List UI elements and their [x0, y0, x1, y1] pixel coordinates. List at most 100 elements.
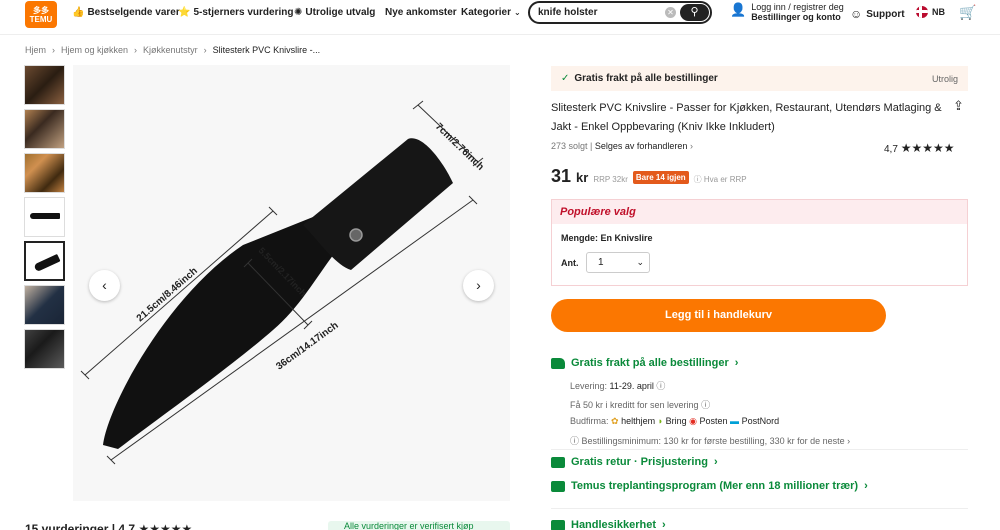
- language-selector[interactable]: NB: [916, 6, 945, 18]
- delivery-value: 11-29. april: [609, 381, 654, 391]
- info-icon: ⓘ: [570, 436, 580, 446]
- shield-icon: [551, 519, 565, 530]
- carrier-bring: Bring: [665, 416, 687, 426]
- delivery-line: Levering: 11-29. april ⓘ: [570, 379, 665, 392]
- next-image-button[interactable]: ›: [463, 270, 494, 301]
- shipping-row[interactable]: Gratis frakt på alle bestillinger ›: [551, 357, 738, 369]
- carriers-line: Budfirma: ✿ helthjem ◗ Bring ◉ Posten ▬ …: [570, 416, 779, 427]
- late-credit-line: Få 50 kr i kreditt for sen levering ⓘ: [570, 398, 710, 411]
- search-input[interactable]: [538, 7, 658, 18]
- clear-icon[interactable]: ✕: [665, 7, 676, 18]
- banner-tag: Utrolig: [931, 73, 958, 84]
- nav-bestsellers[interactable]: 👍 Bestselgende varer: [72, 7, 180, 18]
- logo-bottom-text: TEMU: [29, 14, 53, 24]
- rrp-price: RRP 32kr: [593, 175, 628, 184]
- chevron-down-icon: ⌄: [636, 257, 644, 267]
- knife-sheath-illustration: 7cm/2.76inch 21.5cm/8.46inch 5.5cm/2.17i…: [80, 100, 486, 465]
- thumbnail[interactable]: [24, 65, 65, 105]
- thumbnail[interactable]: [24, 285, 65, 325]
- quantity-label: Ant.: [561, 258, 579, 268]
- banner-text: Gratis frakt på alle bestillinger: [574, 73, 718, 84]
- security-row[interactable]: Handlesikkerhet ›: [551, 519, 666, 530]
- nav-new-arrivals[interactable]: Nye ankomster: [385, 7, 457, 18]
- thumbnail-list: [24, 65, 66, 373]
- thumbnail[interactable]: [24, 109, 65, 149]
- login-line1: Logg inn / registrer deg: [751, 2, 844, 12]
- share-icon[interactable]: ⇪: [953, 98, 964, 114]
- product-main-image: 7cm/2.76inch 21.5cm/8.46inch 5.5cm/2.17i…: [73, 65, 510, 501]
- tree-icon: [551, 480, 565, 492]
- breadcrumb-current: Slitesterk PVC Knivslire -...: [212, 45, 321, 55]
- quantity-select[interactable]: 1 ⌄: [586, 252, 650, 273]
- sheath-body: [103, 214, 343, 449]
- nav-label: 5-stjerners vurdering: [193, 7, 294, 18]
- tree-program-row[interactable]: Temus treplantingsprogram (Mer enn 18 mi…: [551, 480, 868, 492]
- rating-stars: ★★★★★: [900, 141, 955, 155]
- carrier-helthjem: helthjem: [621, 416, 656, 426]
- tree-program-text: Temus treplantingsprogram (Mer enn 18 mi…: [571, 480, 859, 492]
- truck-icon: [551, 357, 565, 369]
- rrp-info-link[interactable]: ⓘ Hva er RRP: [694, 174, 747, 185]
- minimum-line[interactable]: ⓘ Bestillingsminimum: 130 kr for første …: [570, 434, 850, 447]
- variant-label: Mengde: En Knivslire: [561, 233, 653, 243]
- nav-five-star[interactable]: ⭐ 5-stjerners vurdering: [178, 7, 294, 18]
- return-box-icon: [551, 456, 565, 468]
- support-link[interactable]: ☺ Support: [850, 7, 905, 21]
- prev-image-button[interactable]: ‹: [89, 270, 120, 301]
- rating-value: 4,7: [884, 144, 898, 155]
- chevron-right-icon: ›: [713, 456, 718, 468]
- search-button[interactable]: ⚲: [680, 4, 709, 21]
- breadcrumb-home[interactable]: Hjem: [25, 45, 46, 55]
- nav-label: Utrolige utvalg: [305, 7, 376, 18]
- product-rating[interactable]: 4,7 ★★★★★: [884, 141, 954, 155]
- thumbnail-selected[interactable]: [24, 241, 65, 281]
- reviews-stars: ★★★★★: [138, 522, 193, 530]
- login-line2: Bestillinger og konto: [751, 12, 841, 22]
- add-to-cart-button[interactable]: Legg til i handlekurv: [551, 299, 886, 332]
- carrier-postnord: PostNord: [741, 416, 780, 426]
- breadcrumb-kitchenware[interactable]: Kjøkkenutstyr: [143, 45, 198, 55]
- reviews-rating: 4,7: [118, 522, 136, 530]
- sparkle-icon: ✺: [294, 7, 303, 18]
- info-icon: ⓘ: [693, 175, 702, 184]
- thumbnail[interactable]: [24, 197, 65, 237]
- rrp-info-label: Hva er RRP: [703, 175, 747, 184]
- norway-flag-icon: [916, 6, 928, 18]
- search-bar: ✕ ⚲: [528, 1, 712, 24]
- stock-badge: Bare 14 igjen: [632, 171, 689, 184]
- cart-icon[interactable]: 🛒: [959, 4, 976, 21]
- chevron-right-icon: ›: [864, 480, 868, 492]
- chevron-right-icon: ›: [661, 519, 666, 530]
- nav-amazing-selection[interactable]: ✺ Utrolige utvalg: [294, 7, 375, 18]
- chevron-left-icon: ‹: [102, 277, 107, 293]
- info-icon: ⓘ: [701, 400, 711, 410]
- sold-count: 273 solgt: [551, 141, 588, 151]
- posten-logo-icon: ◉: [689, 416, 697, 426]
- returns-row[interactable]: Gratis retur · Prisjustering ›: [551, 456, 718, 468]
- chevron-down-icon: ⌄: [514, 8, 521, 17]
- chevron-right-icon: ›: [476, 277, 481, 293]
- nav-label: Bestselgende varer: [87, 7, 180, 18]
- chat-icon: ☺: [850, 7, 863, 21]
- popular-choices-title: Populære valg: [552, 200, 967, 224]
- section-divider: [551, 508, 968, 509]
- thumbnail[interactable]: [24, 329, 65, 369]
- seller-link[interactable]: Selges av forhandleren: [595, 141, 688, 151]
- sold-info: 273 solgt | Selges av forhandleren ›: [551, 141, 693, 151]
- reviews-summary: 15 vurderinger | 4,7 ★★★★★: [25, 522, 192, 530]
- helthjem-logo-icon: ✿: [611, 416, 619, 426]
- carrier-posten: Posten: [699, 416, 728, 426]
- header-divider: [0, 34, 1000, 35]
- snap-button: [349, 228, 363, 242]
- breadcrumb-home-kitchen[interactable]: Hjem og kjøkken: [61, 45, 128, 55]
- support-label: Support: [866, 8, 905, 20]
- info-icon: ⓘ: [656, 381, 666, 391]
- nav-categories[interactable]: Kategorier ⌄: [461, 7, 521, 18]
- free-shipping-banner: ✓ Gratis frakt på alle bestillinger Utro…: [551, 66, 968, 91]
- thumbnail[interactable]: [24, 153, 65, 193]
- temu-logo[interactable]: 多多 TEMU: [25, 1, 57, 28]
- price-unit: kr: [576, 170, 589, 185]
- login-link[interactable]: 👤 Logg inn / registrer deg Bestillinger …: [730, 2, 844, 22]
- chevron-right-icon: ›: [847, 436, 851, 446]
- popular-choices-box: Populære valg Mengde: En Knivslire Ant. …: [551, 199, 968, 286]
